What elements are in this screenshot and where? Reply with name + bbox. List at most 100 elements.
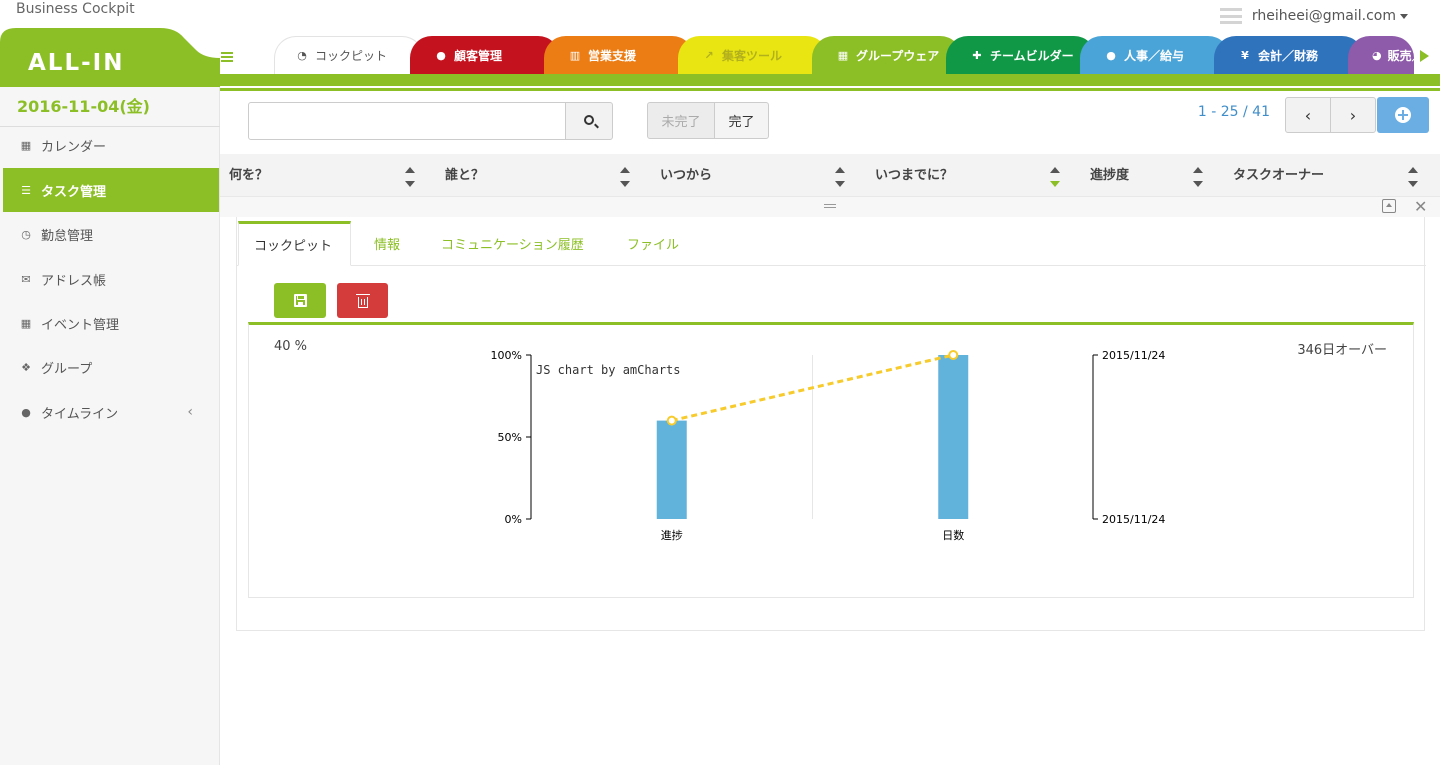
detail-tab-files[interactable]: ファイル: [627, 221, 679, 266]
calendar-icon: ▦: [20, 316, 32, 330]
chevron-left-icon: ‹: [1304, 105, 1312, 125]
search-button[interactable]: [565, 102, 613, 140]
tab-cockpit[interactable]: ◔ コックピット: [274, 36, 424, 74]
sidebar-item-calendar[interactable]: ▦ カレンダー: [3, 123, 219, 167]
sidebar-item-label: タイムライン: [41, 406, 119, 422]
column-header-from[interactable]: いつから: [651, 154, 866, 197]
detail-tab-info[interactable]: 情報: [374, 221, 400, 266]
tab-sales[interactable]: ◕ 販売／: [1348, 36, 1414, 74]
delete-button[interactable]: [337, 283, 388, 318]
column-label: タスクオーナー: [1233, 168, 1325, 183]
filter-complete-button[interactable]: 完了: [714, 102, 769, 139]
tab-underline-bar: [220, 74, 1440, 86]
trash-icon: [355, 293, 370, 308]
sidebar-item-task-management[interactable]: ☰ タスク管理: [3, 168, 219, 212]
y-tick-label-left: 100%: [491, 349, 522, 362]
y-tick-label-left: 50%: [498, 431, 522, 444]
column-label: 進捗度: [1090, 168, 1130, 183]
column-header-with-whom[interactable]: 誰と？: [436, 154, 651, 197]
tab-accounting[interactable]: ¥ 会計／財務: [1214, 36, 1364, 74]
detail-tab-communication-history[interactable]: コミュニケーション履歴: [441, 221, 584, 266]
tab-label: コックピット: [315, 49, 388, 63]
sidebar: 2016-11-04(金) ▦ カレンダー ☰ タスク管理 ◷ 勤怠管理 ✉ ア…: [0, 87, 220, 765]
sidebar-item-label: アドレス帳: [41, 273, 107, 289]
tab-label: 会計／財務: [1258, 48, 1319, 63]
save-button[interactable]: [274, 283, 326, 318]
sidebar-item-label: タスク管理: [41, 184, 107, 200]
y-tick-label-right: 2015/11/24: [1102, 349, 1165, 362]
column-header-what[interactable]: 何を？: [220, 154, 436, 197]
calendar-icon: ▦: [20, 138, 32, 152]
sort-icon[interactable]: [405, 167, 415, 189]
tab-label: チームビルダー: [990, 48, 1074, 63]
bar-0: [656, 420, 687, 519]
tab-hr-payroll[interactable]: ● 人事／給与: [1080, 36, 1230, 74]
sort-icon[interactable]: [1408, 167, 1418, 189]
pie-chart-icon: ◕: [1372, 48, 1382, 62]
sort-icon[interactable]: [1050, 167, 1060, 189]
tab-scroll-right-icon[interactable]: [1420, 50, 1429, 62]
top-bar: Business Cockpit rheiheei@gmail.com ALL-…: [0, 0, 1440, 91]
sort-icon[interactable]: [620, 167, 630, 189]
hamburger-menu-icon[interactable]: [221, 52, 233, 62]
sidebar-item-events[interactable]: ▦ イベント管理: [3, 301, 219, 345]
chevron-left-icon[interactable]: ‹: [187, 404, 193, 420]
sort-icon[interactable]: [835, 167, 845, 189]
tab-sales-support[interactable]: ▥ 営業支援: [544, 36, 694, 74]
sort-icon[interactable]: [1193, 167, 1203, 189]
resize-handle-icon[interactable]: [824, 204, 836, 208]
column-header-task-owner[interactable]: タスクオーナー: [1224, 154, 1424, 197]
sidebar-item-label: イベント管理: [41, 317, 120, 333]
column-header-until[interactable]: いつまでに？: [866, 154, 1081, 197]
logo-text: ALL-IN: [28, 50, 125, 76]
task-table-header: 何を？ 誰と？ いつから いつまでに？ 進捗度 タスクオーナー: [220, 154, 1440, 197]
close-icon[interactable]: ✕: [1414, 197, 1427, 216]
line-point-0: [666, 415, 677, 426]
sidebar-item-timeline[interactable]: ● タイムライン ‹: [3, 390, 219, 434]
tab-team-builder[interactable]: ✚ チームビルダー: [946, 36, 1096, 74]
x-tick-label: 進捗: [661, 528, 683, 542]
add-task-button[interactable]: [1377, 97, 1429, 133]
column-label: 何を？: [229, 168, 269, 183]
task-detail-panel: コックピット 情報 コミュニケーション履歴 ファイル 40 % 346日オーバー…: [236, 217, 1426, 631]
sidebar-item-label: 勤怠管理: [41, 228, 94, 244]
user-email[interactable]: rheiheei@gmail.com: [1252, 8, 1396, 24]
plus-circle-icon: [1395, 107, 1411, 123]
yen-icon: ¥: [1241, 48, 1249, 62]
maximize-icon[interactable]: [1382, 199, 1396, 213]
panel-resize-bar[interactable]: ✕: [220, 197, 1440, 217]
search-input[interactable]: [248, 102, 566, 140]
sidebar-item-attendance[interactable]: ◷ 勤怠管理: [3, 212, 219, 256]
sidebar-item-label: カレンダー: [41, 139, 107, 155]
logo[interactable]: ALL-IN: [0, 28, 220, 87]
filter-incomplete-button[interactable]: 未完了: [647, 102, 715, 139]
column-label: 誰と？: [445, 168, 485, 183]
prev-page-button[interactable]: ‹: [1285, 97, 1331, 133]
column-header-progress[interactable]: 進捗度: [1081, 154, 1224, 197]
users-icon: ●: [1106, 48, 1116, 62]
column-label: いつまでに？: [875, 168, 954, 183]
tab-label: 顧客管理: [454, 48, 503, 63]
detail-tab-cockpit[interactable]: コックピット: [238, 221, 351, 266]
column-label: いつから: [660, 168, 713, 183]
x-tick-label: 日数: [942, 529, 964, 542]
line-point-1: [948, 350, 959, 360]
chart-canvas: 0% 50% 100% 2015/11/24 2015/11/24 JS chart by…: [491, 349, 1166, 542]
tab-label: 営業支援: [588, 48, 637, 63]
divider-line: [220, 88, 1440, 91]
tab-label: グループウェア: [856, 48, 940, 63]
list-icon[interactable]: [1219, 8, 1242, 24]
next-page-button[interactable]: ›: [1330, 97, 1376, 133]
sidebar-item-address-book[interactable]: ✉ アドレス帳: [3, 257, 219, 301]
caret-down-icon[interactable]: [1400, 13, 1408, 19]
tab-marketing-tools[interactable]: ↗ 集客ツール: [678, 36, 828, 74]
tab-customer-management[interactable]: ● 顧客管理: [410, 36, 560, 74]
calendar-icon: ▦: [837, 48, 849, 62]
chart-watermark: JS chart by amCharts: [536, 363, 681, 377]
user-menu[interactable]: rheiheei@gmail.com: [1219, 8, 1408, 24]
pagination-info: 1 - 25 / 41: [1197, 104, 1270, 120]
envelope-icon: ✉: [21, 272, 31, 286]
sidebar-item-group[interactable]: ❖ グループ: [3, 345, 219, 389]
line-chart-icon: ↗: [704, 48, 714, 62]
tab-groupware[interactable]: ▦ グループウェア: [812, 36, 962, 74]
